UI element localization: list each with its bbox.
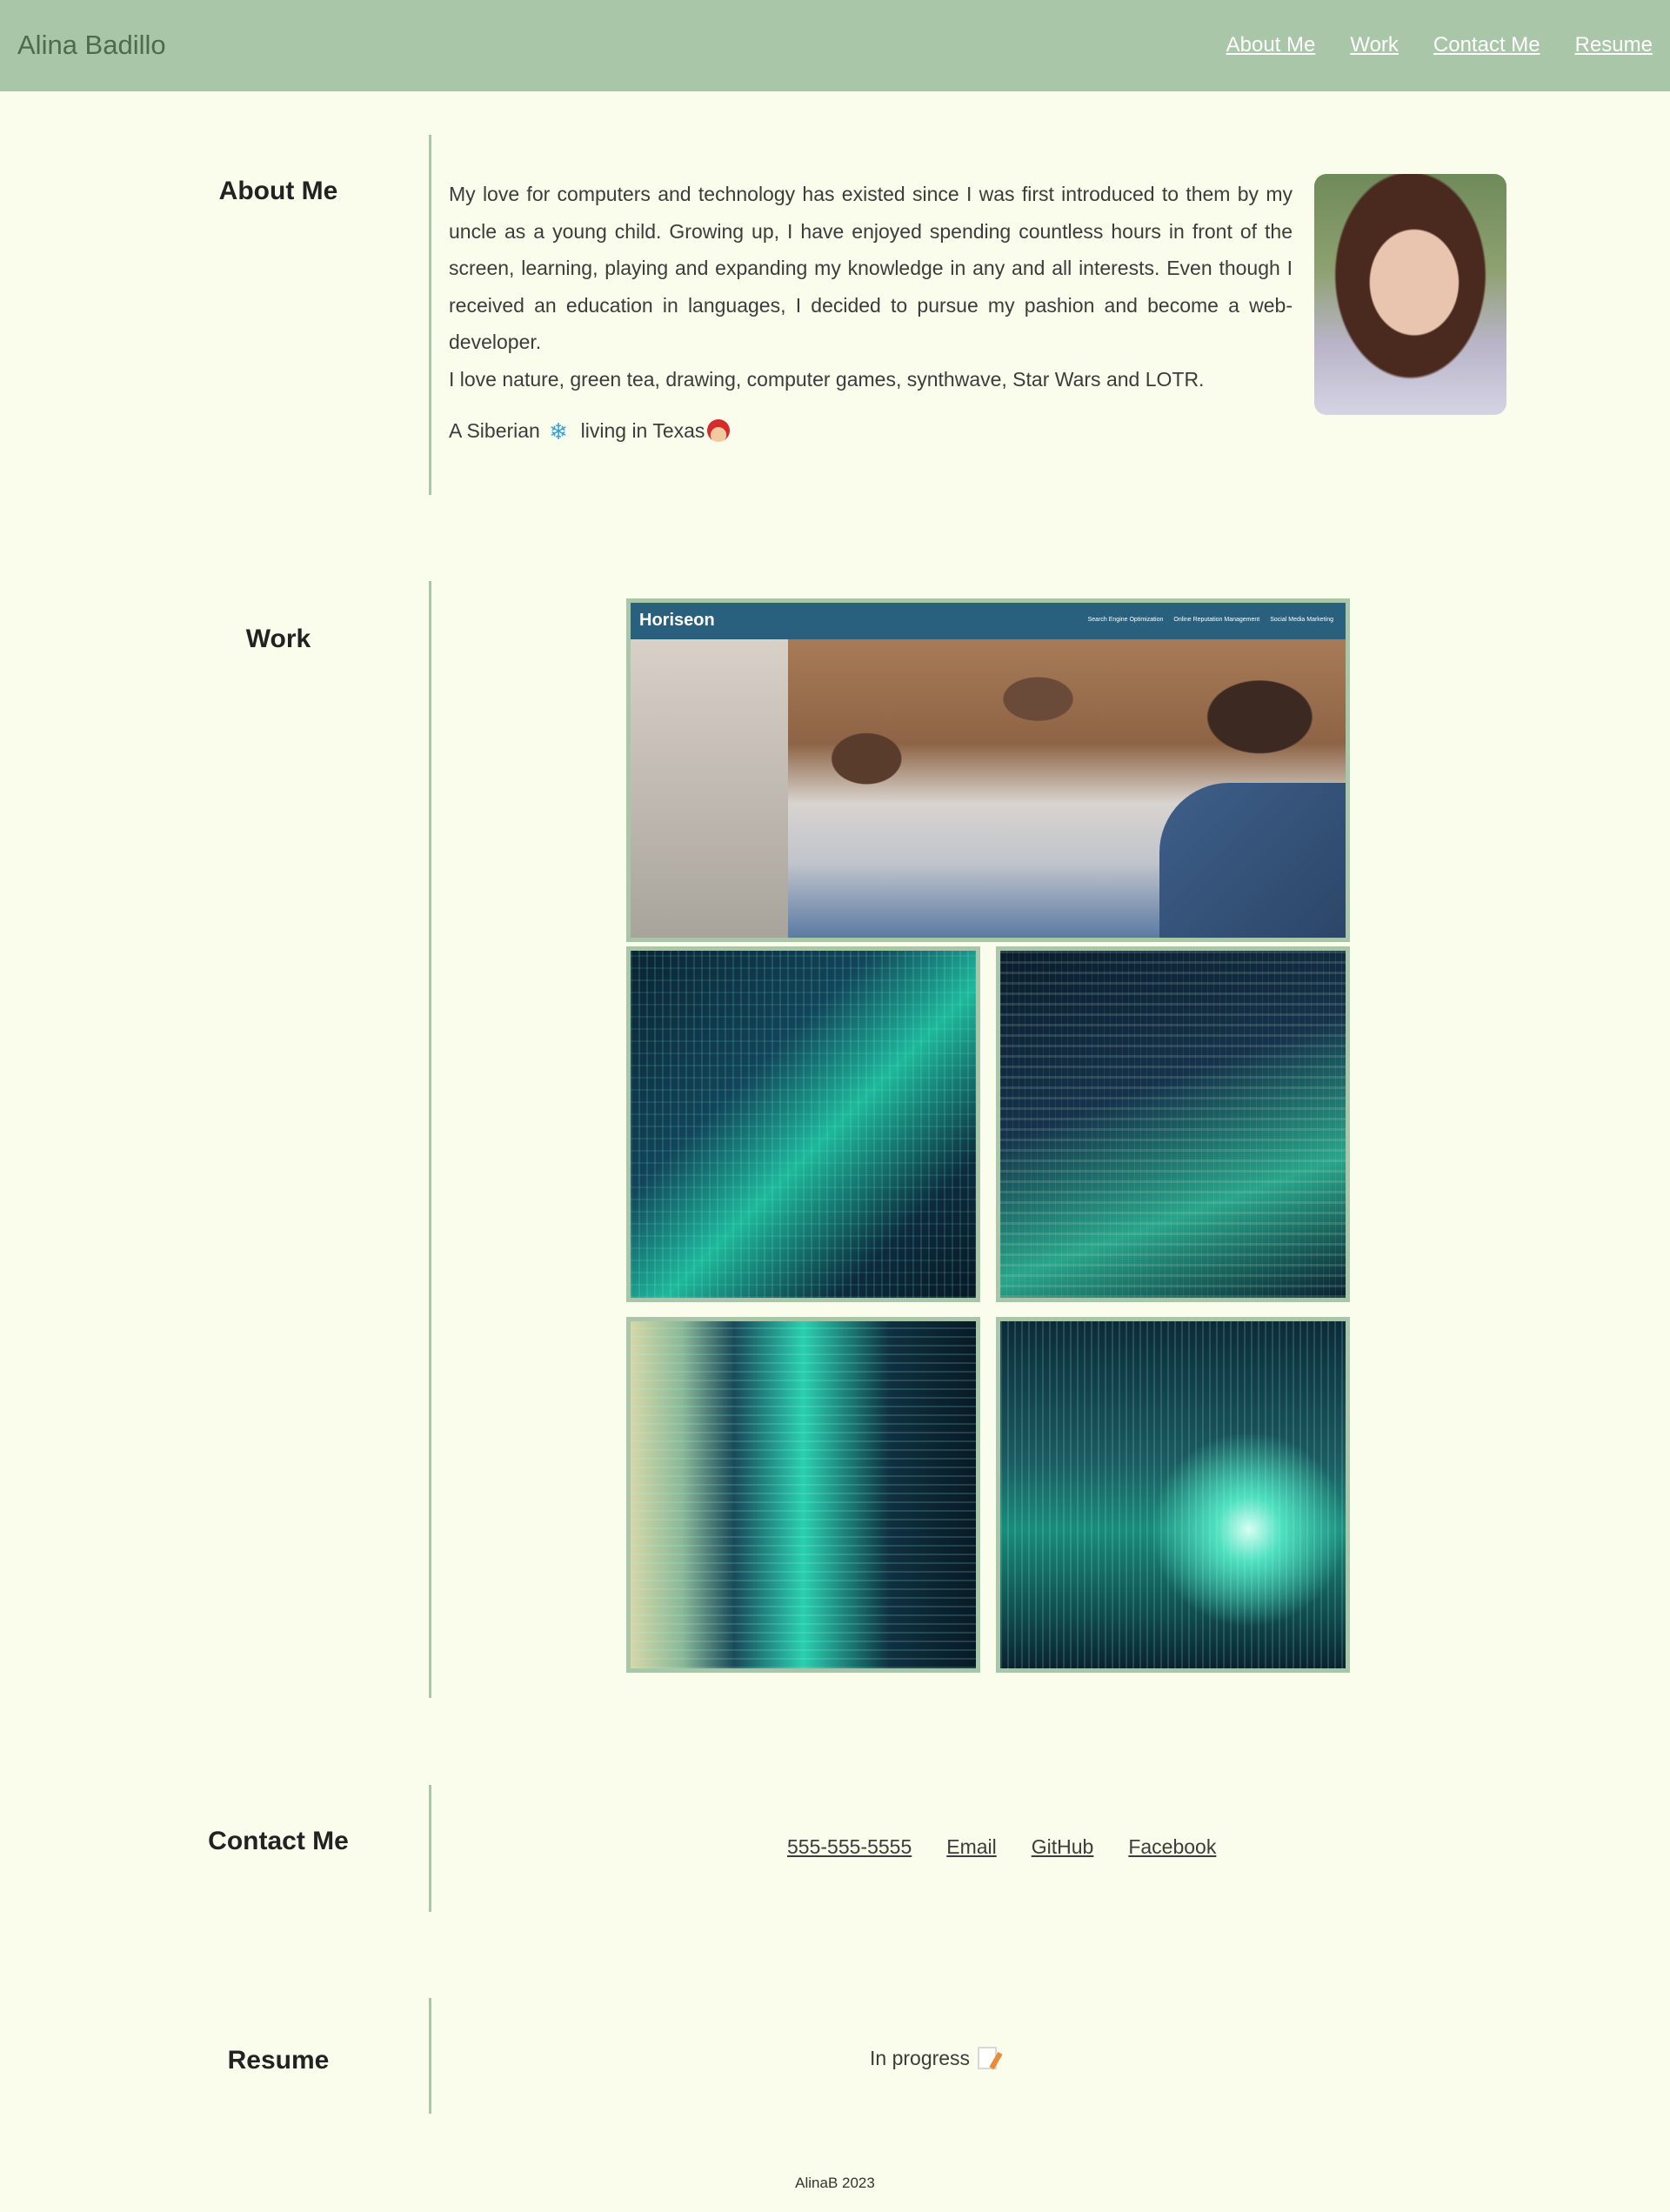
github-link[interactable]: GitHub: [1032, 1835, 1094, 1859]
project-tile-1[interactable]: [626, 946, 980, 1302]
main-nav: About Me Work Contact Me Resume: [1192, 33, 1653, 57]
project-thumbnail: [631, 1321, 976, 1668]
about-heading: About Me: [218, 177, 338, 205]
horiseon-title: Horiseon: [639, 611, 715, 630]
contact-links: 555-555-5555 Email GitHub Facebook: [787, 1835, 1251, 1859]
about-text: My love for computers and technology has…: [449, 176, 1293, 398]
section-divider: [429, 135, 431, 495]
project-tile-3[interactable]: [626, 1317, 980, 1673]
section-divider: [429, 581, 431, 1698]
nav-link-resume[interactable]: Resume: [1575, 33, 1653, 57]
contact-section: Contact Me 555-555-5555 Email GitHub Fac…: [0, 1785, 1670, 1912]
site-footer: AlinaB 2023: [795, 2175, 875, 2191]
phone-link[interactable]: 555-555-5555: [787, 1835, 912, 1859]
email-link[interactable]: Email: [946, 1835, 997, 1859]
facebook-link[interactable]: Facebook: [1128, 1835, 1216, 1859]
resume-status: In progress: [870, 2046, 998, 2071]
profile-photo: [1314, 174, 1506, 415]
project-thumbnail: [1000, 1321, 1346, 1668]
resume-heading: Resume: [227, 2046, 330, 2075]
contact-heading: Contact Me: [208, 1827, 349, 1855]
memo-icon: [978, 2046, 998, 2069]
horiseon-nav-item: Social Media Marketing: [1270, 617, 1333, 623]
work-section: Work Horiseon Search Engine Optimization…: [0, 581, 1670, 1698]
project-thumbnail: [1000, 951, 1346, 1298]
horiseon-hero-photo: [631, 639, 1346, 938]
tagline-start: A Siberian: [449, 419, 540, 442]
about-tagline: A Siberian ❄ living in Texas: [449, 418, 731, 445]
section-divider: [429, 1998, 431, 2114]
about-paragraph: My love for computers and technology has…: [449, 183, 1293, 353]
work-heading: Work: [245, 625, 311, 653]
snowflake-icon: ❄: [549, 418, 569, 445]
project-thumbnail: [631, 951, 976, 1298]
resume-section: Resume In progress: [0, 1998, 1670, 2114]
nav-link-work[interactable]: Work: [1350, 33, 1399, 57]
horiseon-nav: Search Engine Optimization Online Reputa…: [1078, 617, 1333, 623]
santa-icon: [707, 418, 731, 442]
section-divider: [429, 1785, 431, 1912]
site-brand[interactable]: Alina Badillo: [17, 30, 166, 61]
horiseon-nav-item: Search Engine Optimization: [1087, 617, 1164, 623]
about-section: About Me My love for computers and techn…: [0, 135, 1670, 495]
project-tile-4[interactable]: [996, 1317, 1350, 1673]
horiseon-header: Horiseon Search Engine Optimization Onli…: [631, 603, 1346, 639]
tagline-end: living in Texas: [580, 419, 705, 442]
nav-link-contact[interactable]: Contact Me: [1433, 33, 1540, 57]
nav-link-about[interactable]: About Me: [1226, 33, 1316, 57]
about-interests: I love nature, green tea, drawing, compu…: [449, 367, 1205, 391]
project-tile-2[interactable]: [996, 946, 1350, 1302]
resume-status-text: In progress: [870, 2047, 971, 2069]
horiseon-nav-item: Online Reputation Management: [1173, 617, 1260, 623]
site-header: Alina Badillo About Me Work Contact Me R…: [0, 0, 1670, 91]
project-featured-horiseon[interactable]: Horiseon Search Engine Optimization Onli…: [626, 598, 1350, 942]
